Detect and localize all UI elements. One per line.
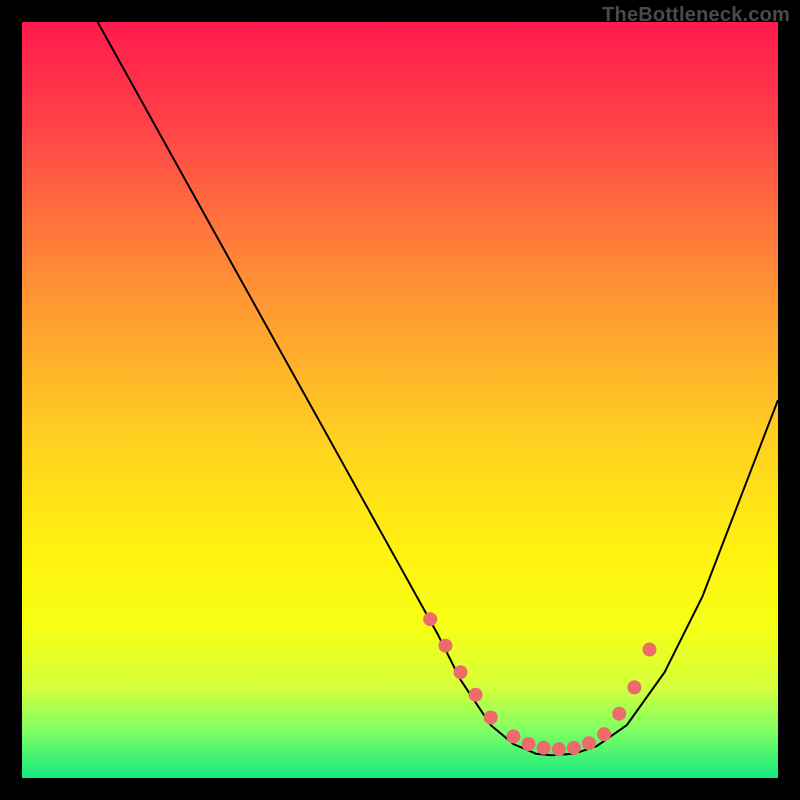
marker-dot — [552, 742, 566, 756]
bottleneck-curve — [98, 22, 778, 755]
chart-stage: TheBottleneck.com — [0, 0, 800, 800]
marker-dots — [423, 612, 656, 756]
marker-dot — [423, 612, 437, 626]
curve-layer — [22, 22, 778, 778]
marker-dot — [522, 737, 536, 751]
marker-dot — [506, 729, 520, 743]
plot-area — [22, 22, 778, 778]
marker-dot — [582, 736, 596, 750]
marker-dot — [438, 639, 452, 653]
marker-dot — [597, 727, 611, 741]
marker-dot — [484, 711, 498, 725]
marker-dot — [537, 741, 551, 755]
marker-dot — [643, 643, 657, 657]
marker-dot — [454, 665, 468, 679]
marker-dot — [567, 741, 581, 755]
marker-dot — [469, 688, 483, 702]
marker-dot — [627, 680, 641, 694]
marker-dot — [612, 707, 626, 721]
